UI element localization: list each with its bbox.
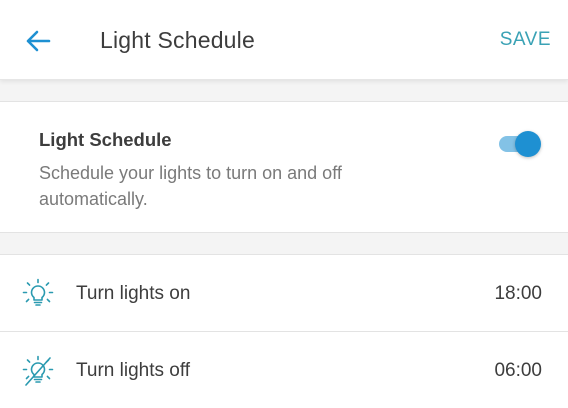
turn-on-time: 18:00 (494, 283, 542, 304)
turn-off-row[interactable]: Turn lights off 06:00 (0, 332, 568, 408)
app-header: Light Schedule SAVE (0, 0, 568, 80)
lightbulb-on-icon (22, 278, 54, 306)
schedule-title: Light Schedule (39, 129, 172, 150)
lightbulb-off-icon (22, 355, 54, 386)
turn-on-label: Turn lights on (76, 283, 191, 304)
back-button[interactable] (22, 26, 54, 56)
arrow-left-icon (26, 30, 51, 52)
schedule-toggle[interactable] (499, 128, 541, 160)
turn-off-label: Turn lights off (76, 360, 191, 381)
page-title: Light Schedule (100, 27, 255, 53)
toggle-knob (515, 131, 541, 157)
schedule-settings-card: Light Schedule Schedule your lights to t… (0, 101, 568, 233)
turn-on-row[interactable]: Turn lights on 18:00 (0, 255, 568, 332)
save-button[interactable]: SAVE (500, 29, 551, 51)
schedule-times-list: Turn lights on 18:00 Turn lights off 06:… (0, 254, 568, 408)
turn-off-time: 06:00 (494, 360, 542, 381)
schedule-description: Schedule your lights to turn on and off … (39, 163, 342, 209)
light-schedule-screen: Light Schedule SAVE Light Schedule Sched… (0, 0, 568, 408)
